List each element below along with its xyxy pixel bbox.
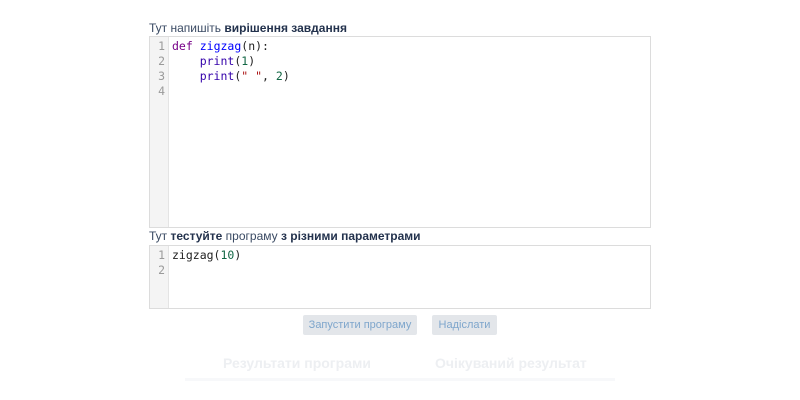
code-token: ) — [234, 248, 242, 262]
line-number: 2 — [158, 263, 165, 277]
code-token: (n): — [241, 39, 269, 53]
results-divider — [185, 378, 615, 381]
code-token: print — [199, 69, 235, 83]
submit-button[interactable]: Надіслати — [432, 315, 497, 335]
solution-line-numbers: 1234 — [150, 37, 169, 227]
code-line[interactable]: print(1) — [172, 54, 650, 69]
solution-label-bold: вирішення завдання — [224, 21, 347, 35]
code-token: print — [199, 54, 235, 68]
code-token: zigzag — [172, 248, 214, 262]
solution-label: Тут напишіть вирішення завдання — [149, 21, 347, 35]
code-line[interactable]: print(" ", 2) — [172, 69, 650, 84]
test-line-numbers: 12 — [150, 246, 169, 308]
test-label-bold1: тестуйте — [170, 229, 223, 243]
code-line[interactable] — [172, 263, 650, 278]
test-label-bold2: з різними параметрами — [280, 229, 421, 243]
test-label-part1: Тут — [149, 229, 171, 243]
line-number: 1 — [158, 248, 165, 262]
code-line[interactable] — [172, 84, 650, 99]
solution-code-area[interactable]: def zigzag(n): print(1) print(" ", 2) — [169, 37, 650, 227]
code-token: 2 — [275, 69, 283, 83]
code-token: def — [172, 39, 193, 53]
test-label-part2: програму — [222, 229, 281, 243]
code-token: zigzag — [199, 39, 242, 53]
code-token: , — [262, 69, 276, 83]
test-code-editor[interactable]: 12 zigzag(10) — [149, 245, 651, 309]
run-program-button[interactable]: Запустити програму — [303, 315, 417, 335]
code-line[interactable]: def zigzag(n): — [172, 39, 650, 54]
test-label: Тут тестуйте програму з різними параметр… — [149, 229, 421, 243]
program-output-heading: Результати програми — [223, 355, 371, 371]
code-token: 10 — [220, 248, 235, 262]
solution-label-prefix: Тут напишіть — [149, 21, 225, 35]
line-number: 2 — [158, 54, 165, 68]
test-code-area[interactable]: zigzag(10) — [169, 246, 650, 308]
line-number: 1 — [158, 39, 165, 53]
code-line[interactable]: zigzag(10) — [172, 248, 650, 263]
expected-result-heading: Очікуваний результат — [435, 355, 587, 371]
code-token: " " — [241, 69, 263, 83]
code-token: ) — [282, 69, 290, 83]
code-token: ) — [248, 54, 256, 68]
line-number: 3 — [158, 69, 165, 83]
line-number: 4 — [158, 84, 165, 98]
solution-code-editor[interactable]: 1234 def zigzag(n): print(1) print(" ", … — [149, 36, 651, 228]
